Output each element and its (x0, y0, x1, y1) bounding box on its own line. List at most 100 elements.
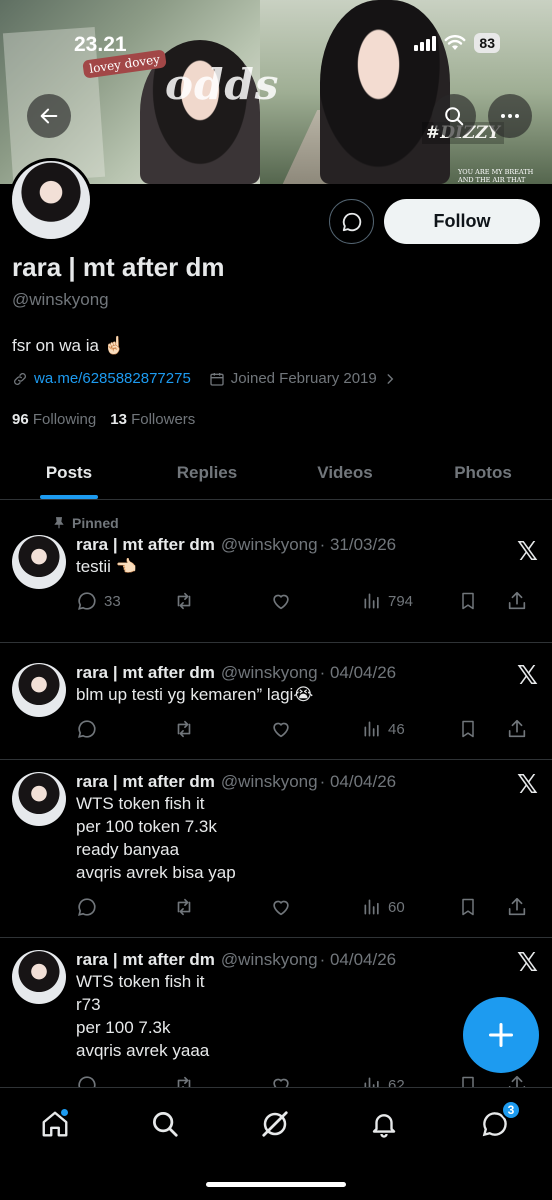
reply-icon (78, 898, 96, 916)
views-button[interactable]: 62 (362, 1075, 458, 1087)
grok-icon (262, 1111, 288, 1137)
post-actions: 46 (76, 716, 540, 742)
more-icon (501, 114, 519, 118)
followers-link[interactable]: 13 Followers (110, 411, 195, 428)
post-author-name[interactable]: rara | mt after dm (76, 772, 215, 792)
wifi-icon (445, 35, 466, 50)
post-item[interactable]: 𝕏 rara | mt after dm @winskyong · 04/04/… (0, 760, 552, 938)
views-button[interactable]: 794 (362, 591, 458, 611)
reply-button[interactable] (76, 1074, 172, 1087)
views-count: 62 (388, 1076, 405, 1088)
post-item[interactable]: 𝕏 rara | mt after dm @winskyong · 04/04/… (0, 643, 552, 760)
profile-meta: wa.me/6285882877275 Joined February 2019 (12, 370, 397, 387)
share-button[interactable] (506, 896, 528, 918)
repost-button[interactable] (172, 590, 270, 612)
link-icon (14, 372, 26, 385)
views-count: 794 (388, 592, 414, 610)
nav-search[interactable] (145, 1104, 185, 1144)
post-avatar[interactable] (12, 950, 66, 1004)
bookmark-button[interactable] (458, 590, 506, 612)
reply-button[interactable] (76, 718, 172, 740)
profile-search-button[interactable] (432, 94, 476, 138)
profile-handle: @winskyong (12, 290, 109, 309)
views-button[interactable]: 60 (362, 897, 458, 917)
repost-icon (177, 720, 191, 738)
like-button[interactable] (270, 718, 362, 740)
compose-button[interactable] (463, 997, 539, 1073)
banner-text-odds: odds (165, 60, 280, 109)
profile-link[interactable]: wa.me/6285882877275 (34, 370, 191, 387)
repost-button[interactable] (172, 896, 270, 918)
post-author-name[interactable]: rara | mt after dm (76, 950, 215, 970)
views-icon (364, 1077, 379, 1087)
following-link[interactable]: 96 Following (12, 411, 96, 428)
following-count: 96 (12, 411, 29, 428)
banner-photo-right (320, 0, 450, 184)
message-button[interactable] (329, 199, 374, 244)
chevron-right-icon[interactable] (383, 372, 397, 386)
post-author-handle: @winskyong (220, 950, 318, 969)
nav-home[interactable] (35, 1104, 75, 1144)
search-icon (153, 1112, 178, 1137)
repost-button[interactable] (172, 1074, 270, 1087)
views-count: 46 (388, 720, 405, 738)
bookmark-button[interactable] (458, 1074, 506, 1087)
post-avatar[interactable] (12, 663, 66, 717)
tab-replies[interactable]: Replies (138, 446, 276, 499)
views-icon (364, 721, 379, 737)
repost-icon (177, 1076, 191, 1087)
pinned-indicator: Pinned (52, 515, 540, 531)
nav-notifications[interactable] (364, 1104, 404, 1144)
like-button[interactable] (270, 1074, 362, 1087)
tab-videos[interactable]: Videos (276, 446, 414, 499)
x-logo-icon: 𝕏 (517, 948, 538, 978)
post-date: · 04/04/26 (319, 950, 397, 969)
profile-banner[interactable]: lovey dovey odds #DIZZY YOU ARE MY BREAT… (0, 0, 552, 184)
share-button[interactable] (506, 718, 528, 740)
back-button[interactable] (27, 94, 71, 138)
views-button[interactable]: 46 (362, 719, 458, 739)
post-avatar[interactable] (12, 772, 66, 826)
nav-messages[interactable]: 3 (475, 1100, 521, 1144)
post-author-handle: @winskyong (220, 535, 318, 554)
x-logo-icon: 𝕏 (517, 661, 538, 691)
post-author-name[interactable]: rara | mt after dm (76, 535, 215, 555)
following-label: Following (32, 411, 97, 428)
reply-button[interactable] (76, 896, 172, 918)
bio-emoji: ☝🏻 (103, 336, 125, 355)
profile-avatar[interactable] (9, 158, 93, 242)
pin-icon (54, 517, 64, 529)
pinned-label: Pinned (72, 515, 119, 531)
post-actions: 33 794 (76, 588, 540, 614)
reply-count: 33 (104, 592, 121, 610)
bookmark-button[interactable] (458, 896, 506, 918)
views-count: 60 (388, 898, 405, 916)
tab-photos[interactable]: Photos (414, 446, 552, 499)
share-button[interactable] (506, 590, 528, 612)
signal-icon (414, 35, 437, 51)
post-actions: 60 (76, 894, 540, 920)
reply-button[interactable]: 33 (76, 590, 172, 612)
share-button[interactable] (506, 1074, 528, 1087)
post-date: · 04/04/26 (319, 772, 397, 791)
repost-button[interactable] (172, 718, 270, 740)
profile-tabs: Posts Replies Videos Photos (0, 446, 552, 500)
post-author-name[interactable]: rara | mt after dm (76, 663, 215, 683)
profile-bio: fsr on wa ia ☝🏻 (12, 336, 125, 356)
calendar-icon (210, 372, 224, 386)
share-icon (508, 1075, 526, 1087)
home-indicator[interactable] (206, 1182, 346, 1187)
like-button[interactable] (270, 590, 362, 612)
post-avatar[interactable] (12, 535, 66, 589)
follow-button[interactable]: Follow (384, 199, 540, 244)
bookmark-button[interactable] (458, 718, 506, 740)
like-button[interactable] (270, 896, 362, 918)
more-options-button[interactable] (488, 94, 532, 138)
nav-grok[interactable] (255, 1104, 295, 1144)
bookmark-icon (462, 898, 474, 916)
share-icon (508, 719, 526, 738)
post-item[interactable]: Pinned 𝕏 rara | mt after dm @winskyong ·… (0, 501, 552, 643)
followers-count: 13 (110, 411, 127, 428)
tab-posts[interactable]: Posts (0, 446, 138, 499)
bell-icon (372, 1114, 396, 1138)
